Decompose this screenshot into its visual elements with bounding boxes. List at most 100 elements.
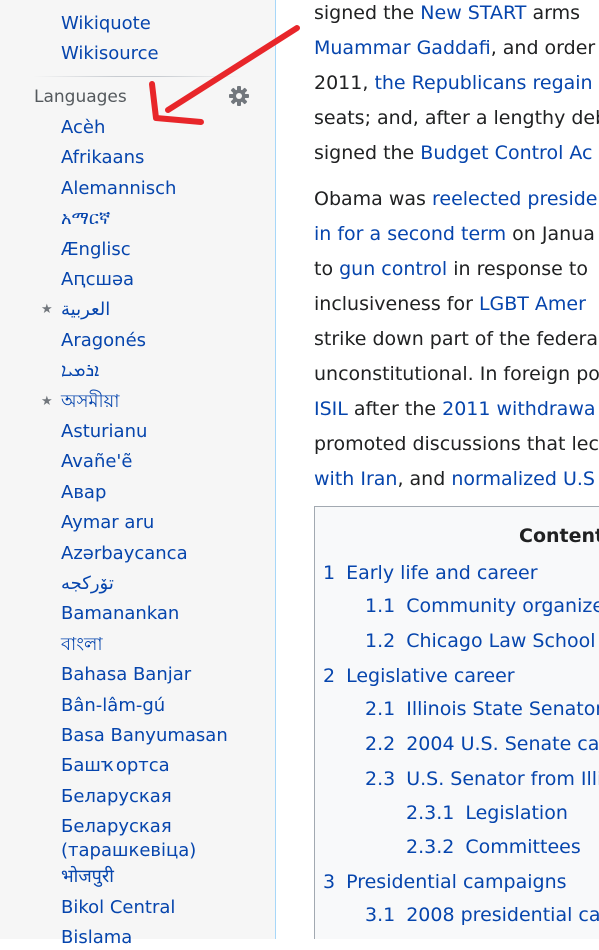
- article-text: after the: [347, 398, 443, 420]
- toc-item[interactable]: 3.1 2008 presidential car: [365, 901, 599, 929]
- article-text: arms: [526, 2, 580, 24]
- language-link[interactable]: አማርኛ: [61, 207, 110, 231]
- article-link[interactable]: 2011 withdrawa: [442, 398, 595, 420]
- language-link[interactable]: Bislama: [61, 926, 132, 950]
- article-text: Obama was: [314, 188, 432, 210]
- toc-item[interactable]: 2.3.1 Legislation: [406, 799, 568, 827]
- language-link[interactable]: Aragonés: [61, 329, 146, 353]
- article-line: with Iran, and normalized U.S: [314, 464, 595, 494]
- language-link[interactable]: Alemannisch: [61, 177, 176, 201]
- article-line: inclusiveness for LGBT Amer: [314, 289, 586, 319]
- sidebar-separator: [33, 76, 241, 77]
- article-link[interactable]: the Republicans regain: [374, 72, 592, 94]
- article-text: promoted discussions that lec: [314, 433, 599, 455]
- article-line: ISIL after the 2011 withdrawa: [314, 394, 596, 424]
- language-link[interactable]: Bahasa Banjar: [61, 663, 191, 687]
- article-text: signed the: [314, 142, 421, 164]
- sidebar-link-wikiquote[interactable]: Wikiquote: [61, 11, 151, 37]
- article-link[interactable]: New START: [420, 2, 526, 24]
- language-link[interactable]: Башҡортса: [61, 754, 170, 778]
- toc-label: Legislative career: [346, 665, 515, 687]
- article-line: strike down part of the federa: [314, 324, 598, 354]
- toc-item[interactable]: 2.1 Illinois State Senator: [365, 695, 599, 723]
- toc-number: 1.1: [365, 595, 396, 617]
- language-link[interactable]: Аԥсшәа: [61, 268, 134, 292]
- toc-number: 3: [323, 871, 336, 893]
- article-line: 2011, the Republicans regain: [314, 68, 593, 98]
- language-link[interactable]: Bamanankan: [61, 602, 179, 626]
- language-link[interactable]: Asturianu: [61, 420, 147, 444]
- article-link[interactable]: in for a second term: [314, 223, 506, 245]
- star-icon: ★: [41, 302, 53, 318]
- language-link[interactable]: Afrikaans: [61, 146, 144, 170]
- article-text: to: [314, 258, 340, 280]
- article-link[interactable]: reelected preside: [432, 188, 598, 210]
- language-link[interactable]: Basa Banyumasan: [61, 724, 228, 748]
- article-line: promoted discussions that lec: [314, 429, 599, 459]
- language-link[interactable]: Беларуская (тарашкевіца): [61, 815, 241, 863]
- languages-heading: Languages: [34, 87, 127, 107]
- toc-number: 2.1: [365, 698, 396, 720]
- language-link[interactable]: العربية: [61, 298, 110, 322]
- toc-label: Presidential campaigns: [346, 871, 567, 893]
- article-link[interactable]: ISIL: [314, 398, 348, 420]
- language-link[interactable]: Авар: [61, 481, 106, 505]
- article-link[interactable]: Budget Control Ac: [420, 142, 592, 164]
- article-link[interactable]: gun control: [339, 258, 447, 280]
- article-line: signed the New START arms: [314, 0, 580, 28]
- gear-icon[interactable]: [227, 84, 251, 108]
- toc-number: 3.1: [365, 904, 396, 926]
- article-text: seats; and, after a lengthy deb: [314, 107, 599, 129]
- toc-label: 2004 U.S. Senate ca: [406, 733, 599, 755]
- language-link[interactable]: تۆرکجه: [61, 572, 114, 596]
- language-link[interactable]: Ænglisc: [61, 238, 131, 262]
- article-line: seats; and, after a lengthy deb: [314, 103, 599, 133]
- language-link[interactable]: Bân-lâm-gú: [61, 694, 165, 718]
- toc-number: 2.3: [365, 768, 396, 790]
- article-text: , and order: [490, 37, 596, 59]
- article-line: Muammar Gaddafi, and order: [314, 33, 595, 63]
- article-text: in response to: [447, 258, 588, 280]
- language-link[interactable]: Acèh: [61, 116, 105, 140]
- article-link[interactable]: normalized U.S: [451, 468, 595, 490]
- sidebar-link-wikisource[interactable]: Wikisource: [61, 41, 159, 67]
- language-link[interactable]: Avañe'ẽ: [61, 450, 132, 474]
- toc-label: Early life and career: [346, 562, 538, 584]
- article-link[interactable]: with Iran: [314, 468, 397, 490]
- toc-item[interactable]: 1.1 Community organizer: [365, 592, 599, 620]
- language-link[interactable]: Bikol Central: [61, 896, 175, 920]
- toc-number: 1: [323, 562, 336, 584]
- toc-item[interactable]: 1 Early life and career: [323, 559, 538, 587]
- toc-label: Legislation: [465, 802, 568, 824]
- toc-item[interactable]: 3 Presidential campaigns: [323, 868, 567, 896]
- article-link[interactable]: Muammar Gaddafi: [314, 37, 491, 59]
- toc-label: Chicago Law School: [406, 630, 596, 652]
- toc-item[interactable]: 2.2 2004 U.S. Senate ca: [365, 730, 599, 758]
- toc-item[interactable]: 2 Legislative career: [323, 662, 515, 690]
- toc-item[interactable]: 1.2 Chicago Law School: [365, 627, 596, 655]
- language-link[interactable]: ܐܪܡܝܐ: [61, 359, 99, 383]
- language-link[interactable]: भोजपुरी: [61, 865, 114, 889]
- language-link[interactable]: Беларуская: [61, 785, 172, 809]
- language-link[interactable]: Aymar aru: [61, 511, 154, 535]
- article-text: on Janua: [506, 223, 595, 245]
- language-link[interactable]: অসমীয়া: [61, 390, 119, 414]
- toc-label: Community organizer: [406, 595, 599, 617]
- star-icon: ★: [41, 393, 53, 409]
- article-link[interactable]: LGBT Amer: [479, 293, 586, 315]
- toc-number: 2: [323, 665, 336, 687]
- article-text: unconstitutional. In foreign po: [314, 363, 599, 385]
- article-text: inclusiveness for: [314, 293, 479, 315]
- toc-number: 2.3.2: [406, 836, 455, 858]
- article-text: strike down part of the federa: [314, 328, 598, 350]
- article-text: 2011,: [314, 72, 375, 94]
- table-of-contents: Contents 1 Early life and career 1.1 Commun…: [314, 506, 599, 939]
- toc-item[interactable]: 2.3.2 Committees: [406, 833, 581, 861]
- language-link[interactable]: বাংলা: [61, 633, 103, 657]
- toc-number: 2.2: [365, 733, 396, 755]
- article-text: , and: [397, 468, 452, 490]
- toc-item[interactable]: 2.3 U.S. Senator from Illi: [365, 765, 599, 793]
- toc-number: 2.3.1: [406, 802, 455, 824]
- article-line: in for a second term on Janua: [314, 219, 595, 249]
- language-link[interactable]: Azərbaycanca: [61, 542, 188, 566]
